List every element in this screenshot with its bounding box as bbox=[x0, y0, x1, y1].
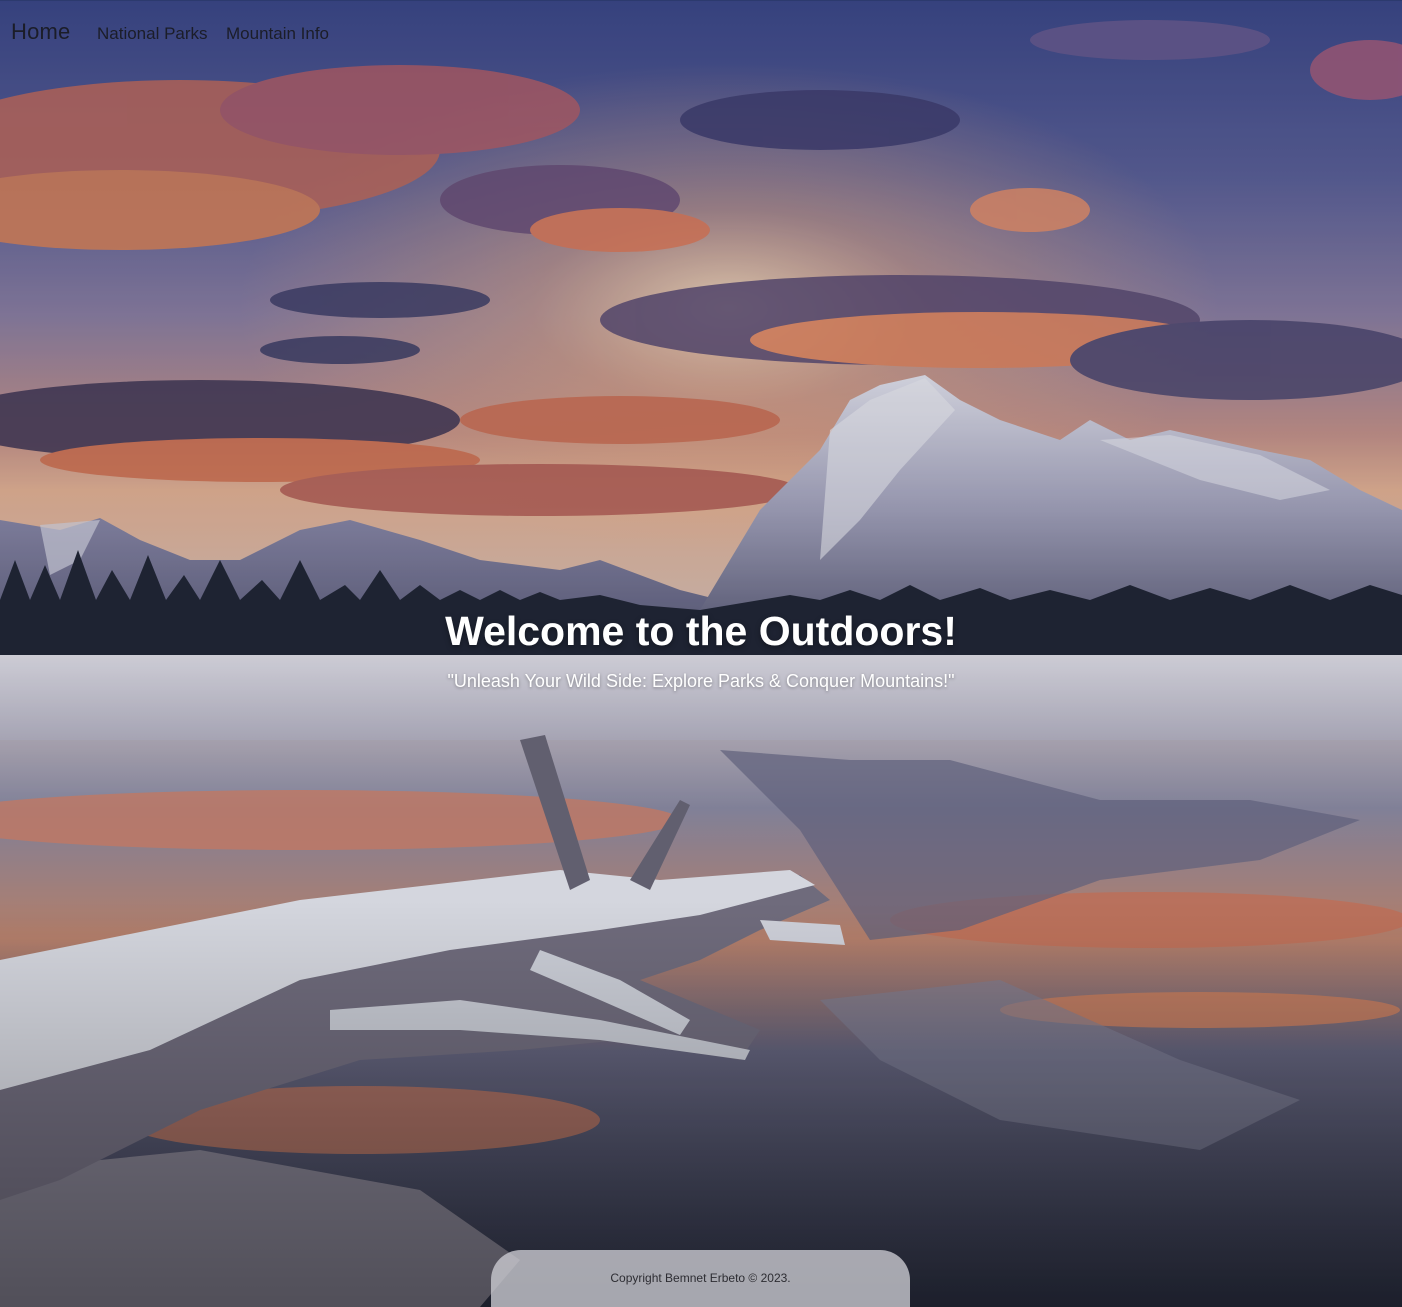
nav-mountain-info-link[interactable]: Mountain Info bbox=[226, 24, 329, 44]
top-navigation: Home National Parks Mountain Info bbox=[0, 0, 1402, 64]
page: Home National Parks Mountain Info Welcom… bbox=[0, 0, 1402, 1307]
hero-subtitle: "Unleash Your Wild Side: Explore Parks &… bbox=[447, 671, 955, 691]
footer: Copyright Bemnet Erbeto © 2023. bbox=[491, 1250, 910, 1307]
hero-title: Welcome to the Outdoors! bbox=[445, 608, 957, 654]
nav-national-parks-link[interactable]: National Parks bbox=[97, 24, 208, 44]
nav-home-link[interactable]: Home bbox=[11, 19, 71, 45]
footer-copyright: Copyright Bemnet Erbeto © 2023. bbox=[610, 1271, 791, 1285]
